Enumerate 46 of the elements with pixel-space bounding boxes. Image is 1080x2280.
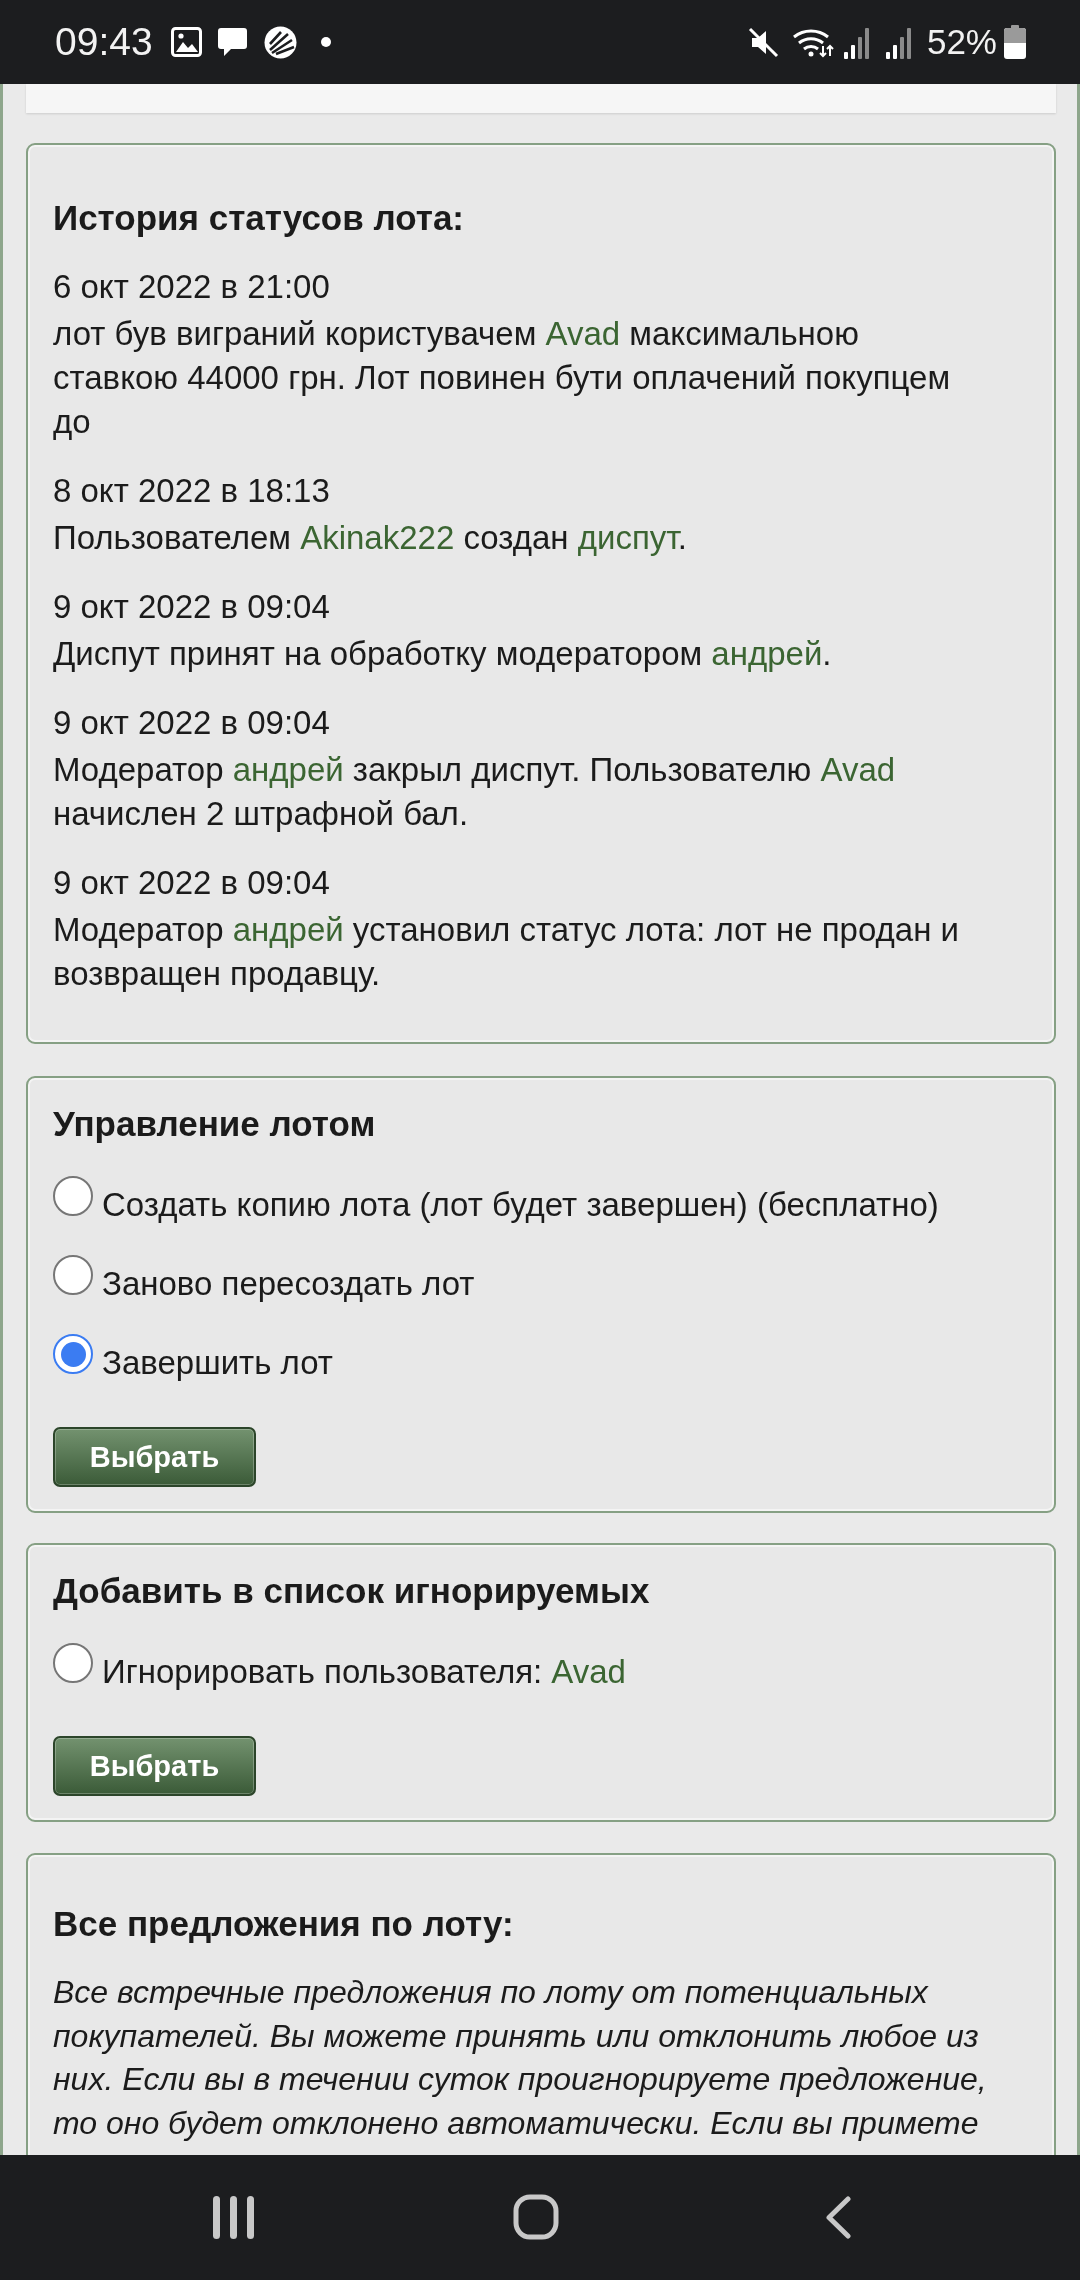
user-link[interactable]: Avad xyxy=(551,1650,626,1694)
section-title: История статусов лота: xyxy=(53,197,466,239)
entry-text: лот був виграний користувачем Avad максимальною ставкою 44000 грн. Лот повинен бути оплачений покупцем до xyxy=(53,314,952,442)
status-time: 09:43 xyxy=(55,20,153,64)
inline-link[interactable]: Akinak222 xyxy=(300,519,455,556)
entry-text: Пользователем Akinak222 создан диспут. xyxy=(53,518,688,558)
notification-dot-icon xyxy=(320,37,331,47)
circle-logo-icon xyxy=(263,25,297,59)
recent-apps-icon[interactable] xyxy=(212,2196,255,2239)
inline-link[interactable]: андрей xyxy=(232,911,344,948)
section-title: Добавить в список игнорируемых xyxy=(53,1570,651,1612)
battery-percent: 52% xyxy=(926,22,997,62)
home-icon[interactable] xyxy=(513,2194,559,2240)
radio-button[interactable] xyxy=(53,1643,93,1683)
select-button[interactable]: Выбрать xyxy=(53,1736,256,1796)
option-label: Заново пересоздать лот xyxy=(102,1264,475,1304)
signal-icon xyxy=(842,25,870,59)
offers-description: Все встречные предложения по лоту от потенциальных покупателей. Вы можете принять или отклонить любое из них. Если вы в течении суток проигнорируете предложение, то оно будет отклонено автоматически. Если вы примете xyxy=(53,1973,988,2143)
inline-link[interactable]: Avad xyxy=(545,315,621,352)
entry-text: Модератор андрей закрыл диспут. Пользователю Avad начислен 2 штрафной бал. xyxy=(53,750,897,834)
entry-text: Модератор андрей установил статус лота: лот не продан и возвращен продавцу. xyxy=(53,910,960,994)
inline-link[interactable]: Avad xyxy=(820,751,896,788)
signal-icon xyxy=(884,25,912,59)
back-icon[interactable] xyxy=(825,2196,851,2239)
entry-date: 9 окт 2022 в 09:04 xyxy=(53,703,331,743)
entry-text: Диспут принят на обработку модератором андрей. xyxy=(53,634,833,674)
option-label: Игнорировать пользователя: xyxy=(102,1652,543,1692)
option-label: Завершить лот xyxy=(102,1343,333,1383)
mute-icon xyxy=(747,26,779,58)
entry-date: 9 окт 2022 в 09:04 xyxy=(53,587,331,627)
section-title: Все предложения по лоту: xyxy=(53,1903,515,1945)
entry-date: 8 окт 2022 в 18:13 xyxy=(53,471,331,511)
chat-bubble-icon xyxy=(216,27,248,57)
option-label: Создать копию лота (лот будет завершен) (бесплатно) xyxy=(102,1185,939,1225)
entry-date: 9 окт 2022 в 09:04 xyxy=(53,863,331,903)
inline-link[interactable]: андрей xyxy=(232,751,344,788)
section-title: Управление лотом xyxy=(53,1103,377,1145)
inline-link[interactable]: андрей xyxy=(711,635,823,672)
radio-button[interactable] xyxy=(53,1255,93,1295)
image-icon xyxy=(170,27,202,57)
inline-link[interactable]: диспут xyxy=(577,519,678,556)
radio-button[interactable] xyxy=(53,1334,93,1374)
battery-icon xyxy=(1004,25,1026,59)
entry-date: 6 окт 2022 в 21:00 xyxy=(53,267,331,307)
select-button[interactable]: Выбрать xyxy=(53,1427,256,1487)
radio-button[interactable] xyxy=(53,1176,93,1216)
